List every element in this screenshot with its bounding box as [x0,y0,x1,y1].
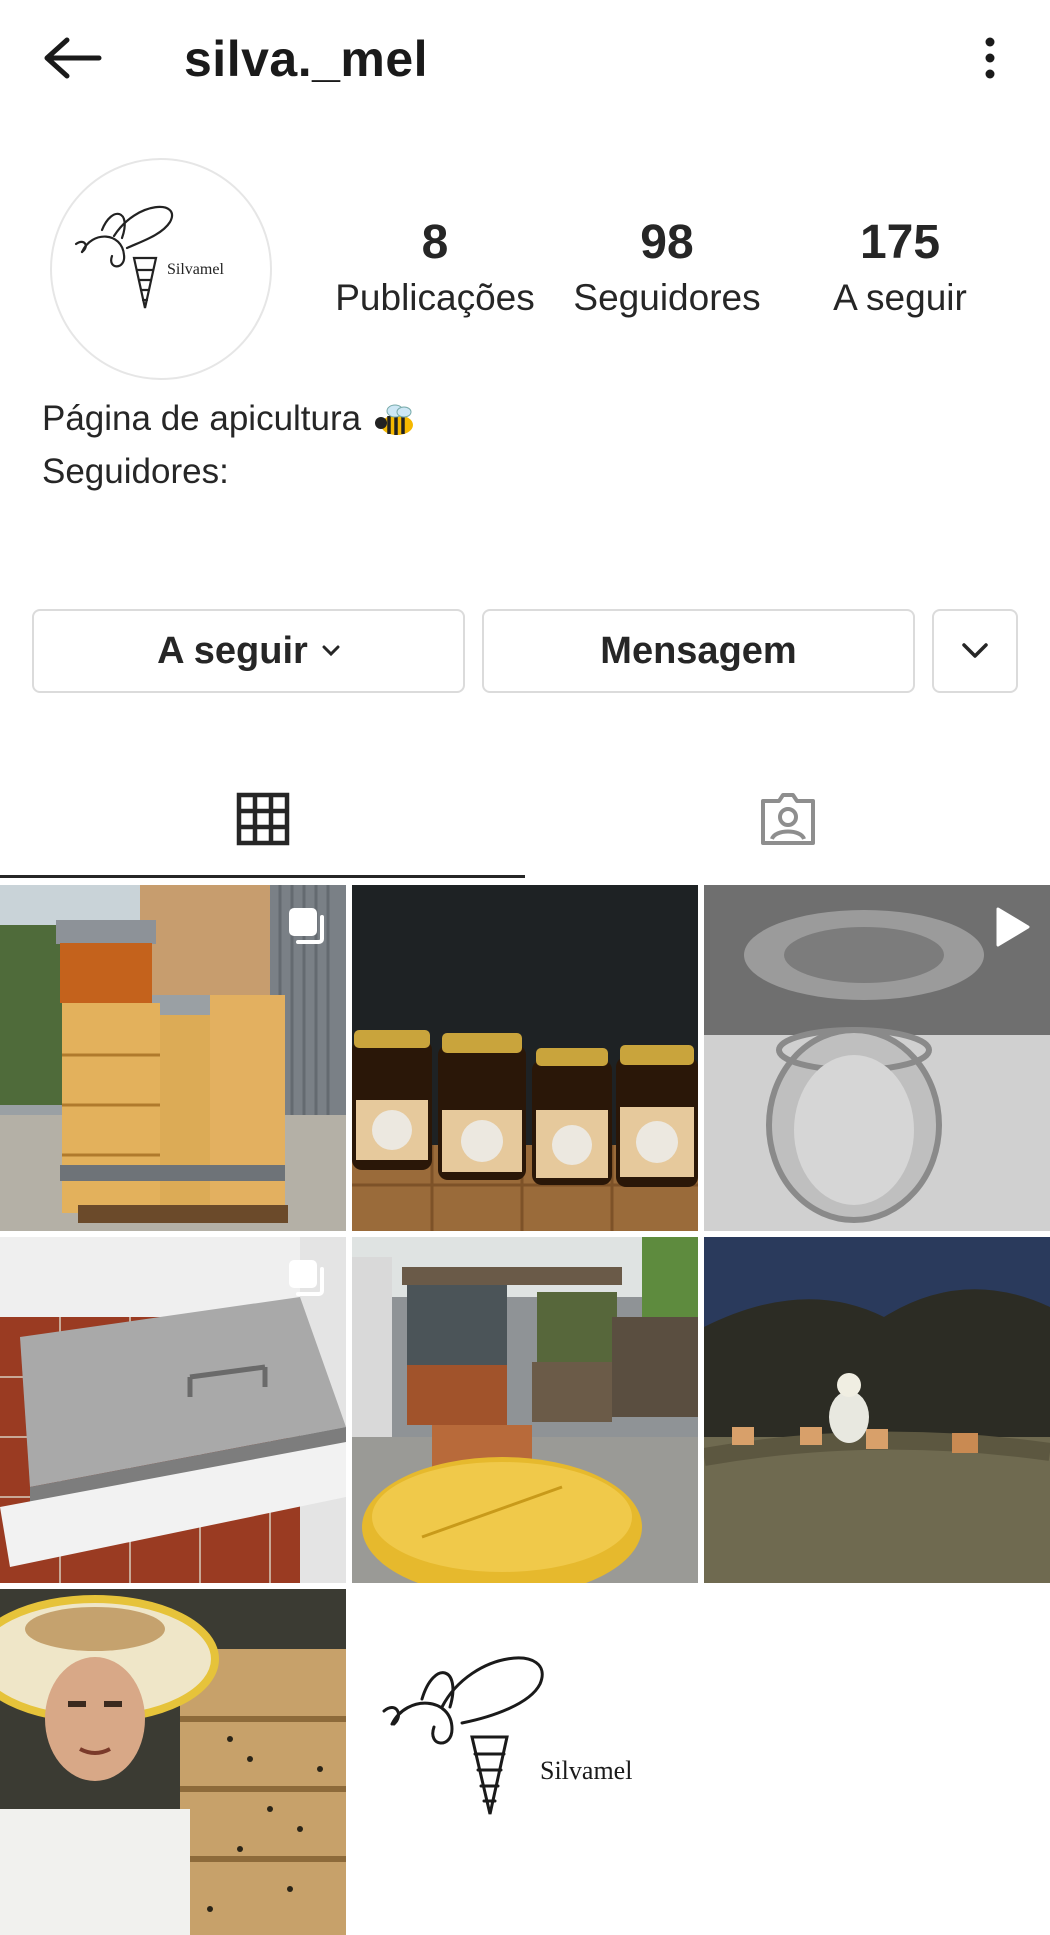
bee-logo-icon [74,205,174,309]
post-thumbnail[interactable] [704,1237,1050,1583]
profile-tabs [0,760,1050,880]
profile-username: silva._mel [184,31,429,87]
svg-text:Silvamel: Silvamel [540,1756,632,1785]
followers-count-value: 98 [640,216,694,269]
posts-count[interactable]: 8 Publicações [320,215,550,323]
post-thumbnail[interactable] [0,885,346,1231]
chevron-down-icon [322,645,340,657]
active-tab-indicator [0,875,525,878]
post-thumbnail[interactable]: Silvamel [352,1589,698,1935]
bio-text: Página de apicultura [42,399,362,438]
more-options-icon[interactable] [970,28,1010,88]
bee-emoji-icon [373,401,417,437]
following-button[interactable]: A seguir [32,609,465,693]
profile-avatar[interactable]: Silvamel [50,158,272,380]
following-count-value: 175 [859,216,941,269]
tagged-tab[interactable] [525,760,1050,878]
profile-bio: Página de apicultura Seguidores: [42,392,417,498]
bio-followers-line: Seguidores: [42,452,229,491]
following-count[interactable]: 175 A seguir [785,215,1015,323]
message-button-label: Mensagem [600,629,797,672]
posts-count-value: 8 [421,216,449,269]
post-thumbnail[interactable] [0,1237,346,1583]
grid-tab[interactable] [0,760,525,878]
svg-text:Silvamel: Silvamel [167,261,224,278]
grid-icon [236,792,289,846]
back-arrow-icon[interactable] [38,28,108,88]
followers-count-label: Seguidores [573,277,761,318]
following-button-label: A seguir [157,629,308,672]
posts-count-label: Publicações [335,277,535,318]
following-count-label: A seguir [833,277,967,318]
post-thumbnail[interactable] [352,1237,698,1583]
multiple-photos-icon [286,1257,328,1304]
message-button[interactable]: Mensagem [482,609,915,693]
post-thumbnail[interactable] [704,885,1050,1231]
post-thumbnail[interactable] [352,885,698,1231]
multiple-photos-icon [286,905,328,952]
profile-header: silva._mel [0,0,1050,120]
chevron-down-icon [961,642,989,660]
post-thumbnail[interactable] [0,1589,346,1935]
profile-stats: 8 Publicações 98 Seguidores 175 A seguir [320,215,1010,335]
tagged-person-icon [760,793,815,845]
followers-count[interactable]: 98 Seguidores [552,215,782,323]
reel-icon [992,905,1032,954]
suggested-accounts-button[interactable] [932,609,1018,693]
